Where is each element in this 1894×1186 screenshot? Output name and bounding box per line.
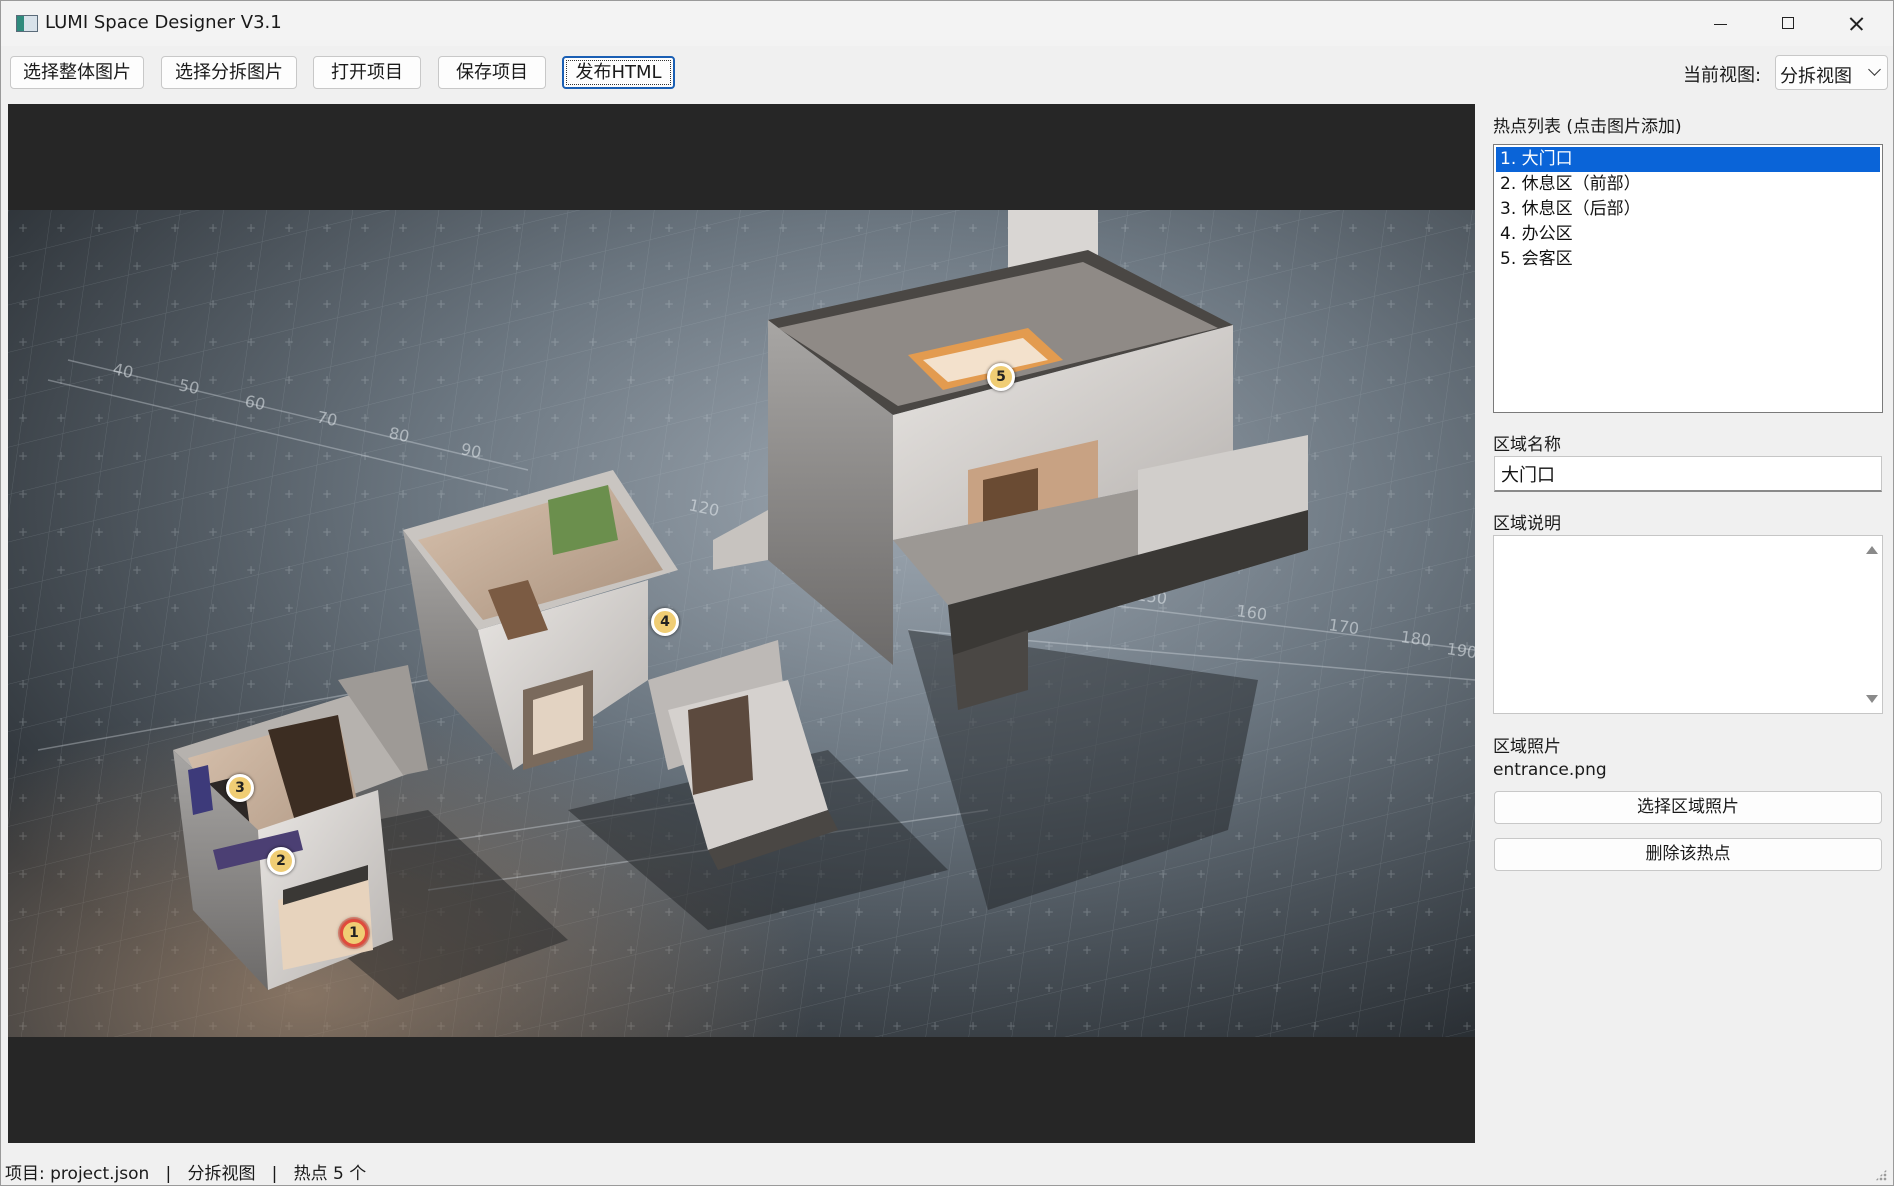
status-text: 项目: project.json | 分拆视图 | 热点 5 个: [5, 1164, 367, 1184]
app-window: LUMI Space Designer V3.1 选择整体图片 选择分拆图片 打…: [0, 0, 1894, 1186]
area-photo-label: 区域照片: [1493, 737, 1561, 757]
hotspot-list[interactable]: 1. 大门口 2. 休息区（前部） 3. 休息区（后部） 4. 办公区 5. 会…: [1493, 144, 1883, 413]
close-icon[interactable]: [1822, 1, 1890, 46]
hotspot-marker[interactable]: 1: [340, 919, 368, 947]
minimize-icon[interactable]: [1686, 1, 1754, 46]
hotspot-list-item[interactable]: 3. 休息区（后部）: [1496, 197, 1880, 222]
hotspot-marker[interactable]: 2: [267, 847, 295, 875]
save-project-button[interactable]: 保存项目: [438, 56, 546, 89]
area-photo-filename: entrance.png: [1493, 760, 1607, 780]
app-icon: [16, 15, 38, 32]
current-view-label: 当前视图:: [1683, 65, 1762, 86]
status-bar: 项目: project.json | 分拆视图 | 热点 5 个: [1, 1151, 1893, 1185]
publish-html-button[interactable]: 发布HTML: [562, 56, 675, 89]
current-view-value: 分拆视图: [1780, 66, 1852, 87]
select-area-photo-button[interactable]: 选择区域照片: [1494, 791, 1882, 824]
open-project-button[interactable]: 打开项目: [313, 56, 421, 89]
hotspot-marker[interactable]: 3: [226, 774, 254, 802]
image-canvas[interactable]: +: [8, 104, 1475, 1143]
resize-grip-icon[interactable]: [1875, 1169, 1887, 1181]
title-bar: LUMI Space Designer V3.1: [1, 1, 1893, 46]
area-name-field[interactable]: [1494, 456, 1882, 492]
area-desc-label: 区域说明: [1493, 514, 1561, 534]
select-whole-image-button[interactable]: 选择整体图片: [10, 56, 144, 89]
window-title: LUMI Space Designer V3.1: [45, 12, 282, 33]
exploded-floorplan-image[interactable]: +: [8, 210, 1475, 1037]
maximize-icon[interactable]: [1754, 1, 1822, 46]
chevron-down-icon: [1868, 63, 1881, 76]
area-description-textarea[interactable]: [1493, 535, 1883, 714]
hotspot-marker[interactable]: 4: [651, 608, 679, 636]
hotspot-list-item[interactable]: 2. 休息区（前部）: [1496, 172, 1880, 197]
hotspot-list-item[interactable]: 5. 会客区: [1496, 247, 1880, 272]
hotspot-list-item[interactable]: 4. 办公区: [1496, 222, 1880, 247]
delete-hotspot-button[interactable]: 删除该热点: [1494, 838, 1882, 871]
hotspot-marker[interactable]: 5: [987, 363, 1015, 391]
description-scrollbar[interactable]: [1862, 536, 1882, 713]
area-name-label: 区域名称: [1493, 435, 1561, 455]
scroll-up-icon[interactable]: [1866, 546, 1878, 554]
scroll-down-icon[interactable]: [1866, 695, 1878, 703]
hotspot-list-item[interactable]: 1. 大门口: [1496, 147, 1880, 172]
current-view-select[interactable]: 分拆视图: [1775, 55, 1888, 90]
select-exploded-image-button[interactable]: 选择分拆图片: [161, 56, 297, 89]
hotspot-list-label: 热点列表 (点击图片添加): [1493, 117, 1682, 137]
